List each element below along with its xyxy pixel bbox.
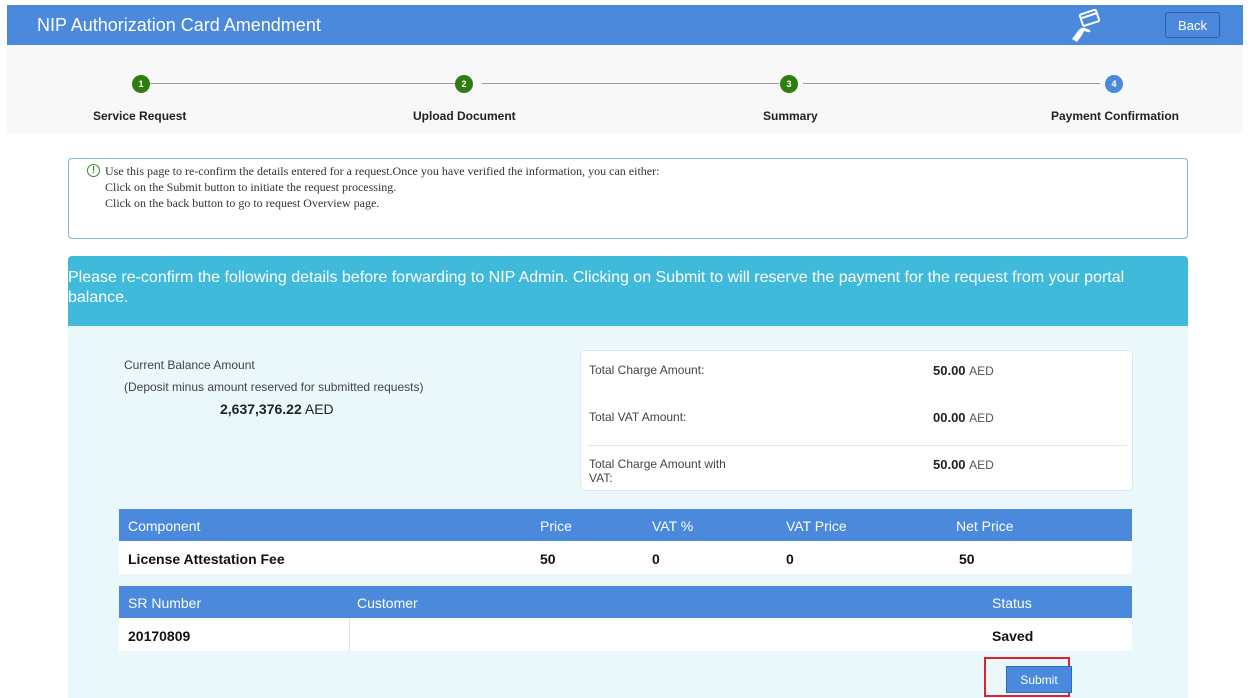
summary-panel: Current Balance Amount (Deposit minus am… (68, 326, 1188, 698)
cell-sr-number: 20170809 (128, 628, 191, 644)
sr-table-header: SR Number Customer Status (119, 586, 1132, 618)
info-box: ! Use this page to re-confirm the detail… (68, 158, 1188, 239)
cell-net-price: 50 (959, 551, 975, 567)
charge-divider (587, 445, 1127, 446)
column-header: VAT % (652, 518, 694, 534)
balance-currency: AED (304, 401, 334, 417)
page-title: NIP Authorization Card Amendment (37, 15, 321, 35)
step-connector (482, 83, 779, 84)
back-button[interactable]: Back (1165, 12, 1220, 38)
balance-amount: 2,637,376.22 AED (220, 401, 334, 417)
step-1-label: Service Request (93, 109, 187, 123)
charges-card: Total Charge Amount: 50.00 AED Total VAT… (580, 350, 1133, 491)
balance-amount-value: 2,637,376.22 (220, 401, 302, 417)
info-line: Click on the Submit button to initiate t… (105, 180, 397, 194)
charge-amount: 50.00 (933, 363, 966, 378)
cell-divider (349, 618, 350, 651)
info-line: Click on the back button to go to reques… (105, 196, 380, 210)
charge-label: Total VAT Amount: (589, 410, 687, 424)
info-circle-icon: ! (87, 164, 100, 177)
info-line: Use this page to re-confirm the details … (105, 164, 660, 178)
header-bar: NIP Authorization Card Amendment Back (7, 5, 1243, 45)
column-header: Price (540, 518, 572, 534)
charge-label: Total Charge Amount with VAT: (589, 457, 726, 485)
progress-stepper: 1 2 3 4 Service Request Upload Document … (7, 45, 1243, 133)
charge-amount: 50.00 (933, 457, 966, 472)
column-header: SR Number (128, 595, 202, 611)
charge-currency: AED (969, 364, 994, 378)
cell-vat-price: 0 (786, 551, 794, 567)
step-connector (150, 83, 458, 84)
charge-currency: AED (969, 458, 994, 472)
step-4-label: Payment Confirmation (1051, 109, 1180, 123)
balance-label: Current Balance Amount (124, 358, 255, 372)
card-payment-icon (1072, 9, 1101, 42)
charge-amount: 00.00 (933, 410, 966, 425)
step-connector (803, 83, 1100, 84)
cell-vat-percent: 0 (652, 551, 660, 567)
cell-status: Saved (992, 628, 1034, 644)
charge-currency: AED (969, 411, 994, 425)
charge-value: 00.00 AED (933, 410, 994, 425)
step-2-label: Upload Document (413, 109, 516, 123)
confirmation-banner: Please re-confirm the following details … (68, 256, 1188, 326)
charge-value: 50.00 AED (933, 457, 994, 472)
table-row: 20170809 Saved (119, 618, 1132, 651)
column-header: Customer (357, 595, 418, 611)
cell-price: 50 (540, 551, 556, 567)
step-1-circle: 1 (132, 75, 150, 93)
column-header: Net Price (956, 518, 1014, 534)
column-header: VAT Price (786, 518, 847, 534)
fees-table-header: Component Price VAT % VAT Price Net Pric… (119, 509, 1132, 541)
table-row: License Attestation Fee 50 0 0 50 (119, 541, 1132, 574)
banner-text: Please re-confirm the following details … (68, 269, 1125, 306)
column-header: Status (992, 595, 1032, 611)
step-3-label: Summary (763, 109, 818, 123)
submit-button[interactable]: Submit (1006, 666, 1072, 693)
step-3-circle: 3 (780, 75, 798, 93)
step-2-circle: 2 (455, 75, 473, 93)
step-4-circle: 4 (1105, 75, 1123, 93)
charge-value: 50.00 AED (933, 363, 994, 378)
submit-highlight: Submit (984, 657, 1072, 697)
charge-label: Total Charge Amount: (589, 363, 705, 377)
column-header: Component (128, 518, 201, 534)
balance-note: (Deposit minus amount reserved for submi… (124, 380, 424, 394)
cell-component: License Attestation Fee (128, 551, 285, 567)
